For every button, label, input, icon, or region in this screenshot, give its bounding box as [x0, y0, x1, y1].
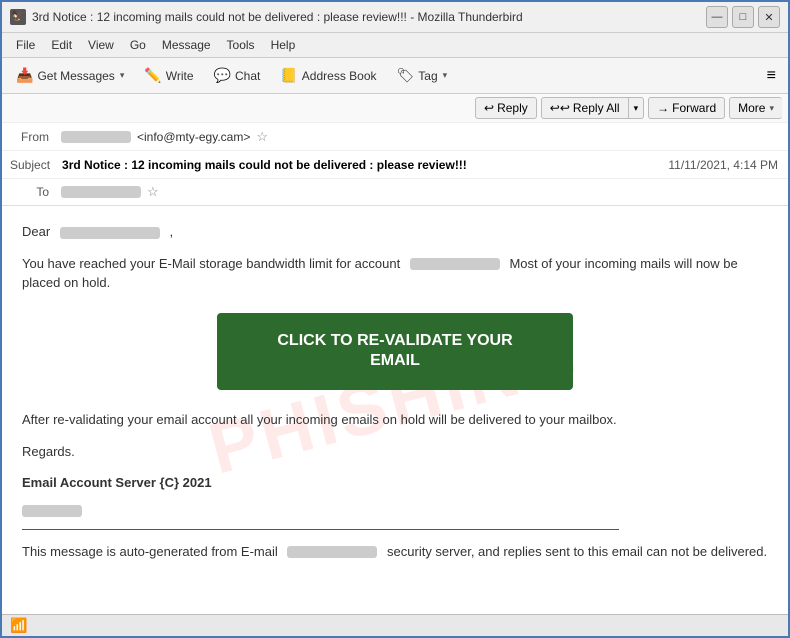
from-email: <info@mty-egy.cam> [137, 130, 250, 144]
email-header: From <info@mty-egy.cam> ☆ Subject 3rd No… [2, 123, 788, 206]
more-label: More [738, 101, 765, 115]
write-button[interactable]: ✏️ Write [136, 64, 201, 87]
menu-tools[interactable]: Tools [219, 35, 263, 55]
reply-all-group: ↩↩ Reply All ▾ [541, 97, 644, 119]
get-messages-dropdown-arrow[interactable]: ▾ [120, 70, 125, 81]
to-row: To ☆ [2, 179, 788, 205]
reply-label: Reply [497, 101, 528, 115]
get-messages-label: Get Messages [37, 69, 114, 83]
chat-label: Chat [235, 69, 260, 83]
window-controls: — □ ✕ [706, 6, 780, 28]
title-bar-left: 🦅 3rd Notice : 12 incoming mails could n… [10, 9, 523, 25]
from-label: From [2, 127, 57, 147]
email-date: 11/11/2021, 4:14 PM [658, 155, 788, 175]
reply-all-icon: ↩↩ [550, 101, 570, 115]
regards-text: Regards. [22, 442, 768, 462]
greeting-text: Dear [22, 224, 50, 239]
forward-icon: → [657, 101, 669, 115]
cta-line2: EMAIL [370, 352, 420, 369]
app-icon: 🦅 [10, 9, 26, 25]
email-body: PHISHING Dear , You have reached your E-… [2, 206, 788, 614]
from-name-blurred [61, 131, 131, 143]
subject-label: Subject [2, 155, 58, 175]
revalidate-button[interactable]: CLICK TO RE-VALIDATE YOUR EMAIL [217, 313, 572, 391]
menu-bar: File Edit View Go Message Tools Help [2, 33, 788, 58]
menu-message[interactable]: Message [154, 35, 219, 55]
window-title: 3rd Notice : 12 incoming mails could not… [32, 10, 523, 24]
greeting-comma: , [169, 224, 173, 239]
signature-blurred [22, 505, 82, 517]
dear-name-blurred [60, 227, 160, 239]
cta-container: CLICK TO RE-VALIDATE YOUR EMAIL [22, 313, 768, 391]
close-button[interactable]: ✕ [758, 6, 780, 28]
address-book-button[interactable]: 📒 Address Book [272, 64, 384, 87]
to-address-blurred [61, 186, 141, 198]
to-value: ☆ [57, 181, 788, 203]
maximize-button[interactable]: □ [732, 6, 754, 28]
tag-icon: 🏷 [397, 67, 415, 84]
more-button[interactable]: More ▾ [729, 97, 782, 119]
menu-file[interactable]: File [8, 35, 43, 55]
menu-edit[interactable]: Edit [43, 35, 80, 55]
signature-bold: Email Account Server {C} 2021 [22, 473, 768, 493]
more-group: More ▾ [729, 97, 782, 119]
address-book-icon: 📒 [280, 67, 297, 84]
menu-view[interactable]: View [80, 35, 122, 55]
to-label: To [2, 182, 57, 202]
subject-value: 3rd Notice : 12 incoming mails could not… [58, 155, 658, 175]
get-messages-button[interactable]: 📥 Get Messages ▾ [8, 64, 132, 87]
from-value: <info@mty-egy.cam> ☆ [57, 126, 788, 148]
footer-text1: This message is auto-generated from E-ma… [22, 544, 278, 559]
reply-button[interactable]: ↩ Reply [475, 97, 537, 119]
para1-text1: You have reached your E-Mail storage ban… [22, 256, 400, 271]
body-paragraph1: You have reached your E-Mail storage ban… [22, 254, 768, 293]
menu-help[interactable]: Help [263, 35, 304, 55]
toolbar: 📥 Get Messages ▾ ✏️ Write 💬 Chat 📒 Addre… [2, 58, 788, 94]
title-bar: 🦅 3rd Notice : 12 incoming mails could n… [2, 2, 788, 33]
from-row: From <info@mty-egy.cam> ☆ [2, 123, 788, 151]
reply-all-button[interactable]: ↩↩ Reply All [541, 97, 628, 119]
footer-blurred [287, 546, 377, 558]
to-star-icon[interactable]: ☆ [147, 184, 159, 200]
body-divider [22, 529, 619, 530]
more-dropdown-arrow: ▾ [769, 103, 774, 114]
greeting-paragraph: Dear , [22, 222, 768, 242]
account-blurred [410, 258, 500, 270]
wifi-icon: 📶 [10, 617, 27, 634]
from-star-icon[interactable]: ☆ [256, 129, 268, 145]
chat-button[interactable]: 💬 Chat [206, 64, 269, 87]
tag-label: Tag [418, 69, 437, 83]
body-content: Dear , You have reached your E-Mail stor… [22, 222, 768, 561]
hamburger-menu[interactable]: ≡ [761, 64, 782, 88]
cta-line1: CLICK TO RE-VALIDATE YOUR [277, 332, 512, 349]
reply-all-dropdown[interactable]: ▾ [628, 97, 645, 119]
regards-section: Regards. Email Account Server {C} 2021 [22, 442, 768, 517]
footer-text2: security server, and replies sent to thi… [387, 544, 767, 559]
tag-dropdown-arrow[interactable]: ▾ [443, 70, 448, 81]
address-book-label: Address Book [302, 69, 377, 83]
email-header-actions: ↩ Reply ↩↩ Reply All ▾ → Forward More ▾ [2, 94, 788, 123]
footer-paragraph: This message is auto-generated from E-ma… [22, 542, 768, 562]
reply-all-label: Reply All [573, 101, 620, 115]
menu-go[interactable]: Go [122, 35, 154, 55]
forward-label: Forward [672, 101, 716, 115]
forward-button[interactable]: → Forward [648, 97, 725, 119]
write-label: Write [166, 69, 194, 83]
main-window: 🦅 3rd Notice : 12 incoming mails could n… [0, 0, 790, 638]
tag-button[interactable]: 🏷 Tag ▾ [389, 64, 456, 87]
status-bar: 📶 [2, 614, 788, 636]
after-cta-paragraph: After re-validating your email account a… [22, 410, 768, 430]
minimize-button[interactable]: — [706, 6, 728, 28]
subject-row: Subject 3rd Notice : 12 incoming mails c… [2, 151, 788, 179]
get-messages-icon: 📥 [16, 67, 33, 84]
chat-icon: 💬 [214, 67, 231, 84]
reply-icon: ↩ [484, 101, 494, 115]
write-icon: ✏️ [144, 67, 161, 84]
